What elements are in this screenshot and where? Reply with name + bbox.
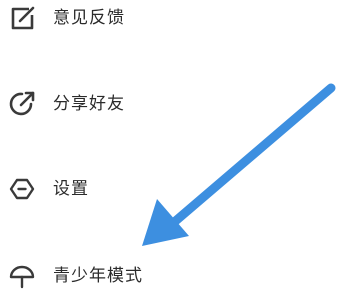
settings-menu: 意见反馈 分享好友 设置 青少年模式: [0, 0, 337, 298]
menu-item-feedback[interactable]: 意见反馈: [0, 0, 240, 40]
settings-icon: [7, 174, 37, 204]
menu-item-label: 意见反馈: [53, 8, 125, 28]
menu-item-teen-mode[interactable]: 青少年模式: [0, 254, 240, 298]
edit-icon: [7, 3, 37, 33]
umbrella-icon: [7, 261, 37, 291]
menu-item-label: 分享好友: [53, 94, 125, 114]
menu-item-label: 设置: [53, 179, 89, 199]
menu-item-settings[interactable]: 设置: [0, 167, 240, 211]
menu-item-label: 青少年模式: [53, 266, 143, 286]
menu-item-share[interactable]: 分享好友: [0, 82, 240, 126]
share-icon: [7, 89, 37, 119]
